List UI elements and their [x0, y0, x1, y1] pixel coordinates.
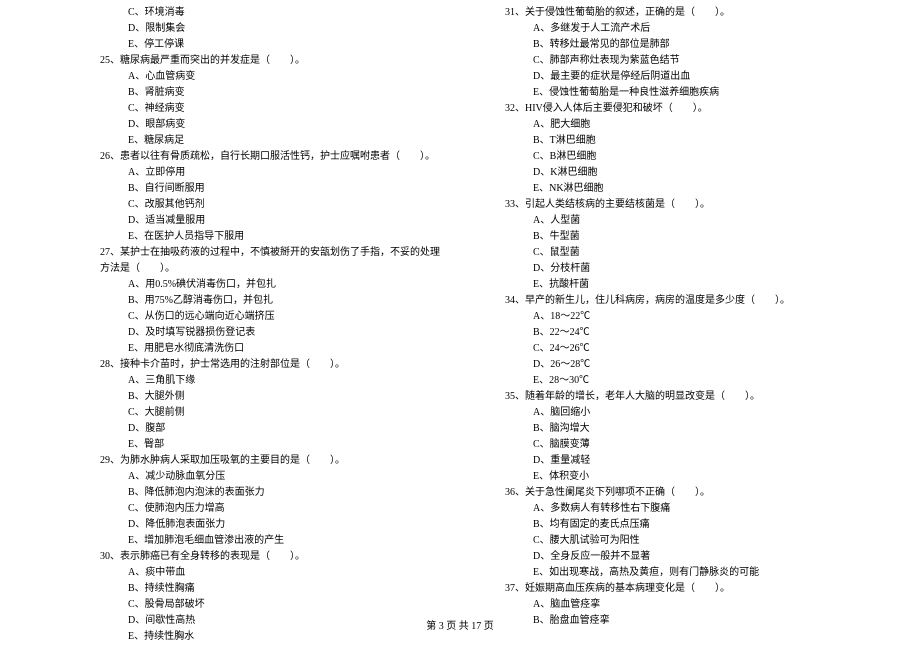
- option-line: B、持续性胸痛: [100, 581, 445, 597]
- option-line: B、脑沟增大: [505, 421, 850, 437]
- option-line: A、18～22℃: [505, 309, 850, 325]
- option-line: D、26～28℃: [505, 357, 850, 373]
- option-line: C、股骨局部破坏: [100, 597, 445, 613]
- option-line: E、NK淋巴细胞: [505, 181, 850, 197]
- option-line: C、肺部声称灶表现为紫蓝色结节: [505, 53, 850, 69]
- option-line: D、降低肺泡表面张力: [100, 517, 445, 533]
- option-line: E、臀部: [100, 437, 445, 453]
- option-line: B、自行间断服用: [100, 181, 445, 197]
- question-line: 25、糖尿病最严重而突出的并发症是（ ）。: [100, 53, 445, 69]
- question-line: 34、早产的新生儿，住儿科病房，病房的温度是多少度（ ）。: [505, 293, 850, 309]
- right-column: 31、关于侵蚀性葡萄胎的叙述，正确的是（ ）。A、多继发于人工流产术后B、转移灶…: [505, 5, 850, 645]
- option-line: C、环境消毒: [100, 5, 445, 21]
- option-line: A、痰中带血: [100, 565, 445, 581]
- option-line: A、三角肌下缘: [100, 373, 445, 389]
- document-columns: C、环境消毒D、限制集会E、停工停课25、糖尿病最严重而突出的并发症是（ ）。A…: [100, 5, 850, 645]
- option-line: E、停工停课: [100, 37, 445, 53]
- option-line: B、大腿外侧: [100, 389, 445, 405]
- option-line: A、脑回缩小: [505, 405, 850, 421]
- option-line: A、心血管病变: [100, 69, 445, 85]
- option-line: E、糖尿病足: [100, 133, 445, 149]
- option-line: B、降低肺泡内泡沫的表面张力: [100, 485, 445, 501]
- option-line: D、最主要的症状是停经后阴道出血: [505, 69, 850, 85]
- option-line: D、全身反应一般并不显著: [505, 549, 850, 565]
- page-footer: 第 3 页 共 17 页: [0, 617, 920, 632]
- option-line: D、K淋巴细胞: [505, 165, 850, 181]
- question-line: 26、患者以往有骨质疏松，自行长期口服活性钙，护士应嘱咐患者（ ）。: [100, 149, 445, 165]
- question-line: 32、HIV侵入人体后主要侵犯和破坏（ ）。: [505, 101, 850, 117]
- question-line: 31、关于侵蚀性葡萄胎的叙述，正确的是（ ）。: [505, 5, 850, 21]
- option-line: A、脑血管痉挛: [505, 597, 850, 613]
- question-line: 28、接种卡介苗时，护士常选用的注射部位是（ ）。: [100, 357, 445, 373]
- option-line: B、转移灶最常见的部位是肺部: [505, 37, 850, 53]
- option-line: B、22～24℃: [505, 325, 850, 341]
- option-line: B、均有固定的麦氏点压痛: [505, 517, 850, 533]
- question-line: 37、妊娠期高血压疾病的基本病理变化是（ ）。: [505, 581, 850, 597]
- option-line: E、在医护人员指导下服用: [100, 229, 445, 245]
- option-line: D、眼部病变: [100, 117, 445, 133]
- option-line: D、分枝杆菌: [505, 261, 850, 277]
- option-line: A、人型菌: [505, 213, 850, 229]
- option-line: E、增加肺泡毛细血管渗出液的产生: [100, 533, 445, 549]
- option-line: D、限制集会: [100, 21, 445, 37]
- option-line: E、28～30℃: [505, 373, 850, 389]
- option-line: A、减少动脉血氧分压: [100, 469, 445, 485]
- option-line: C、24～26℃: [505, 341, 850, 357]
- option-line: C、从伤口的远心端向近心端挤压: [100, 309, 445, 325]
- option-line: A、立即停用: [100, 165, 445, 181]
- option-line: C、神经病变: [100, 101, 445, 117]
- option-line: B、用75%乙醇消毒伤口，并包扎: [100, 293, 445, 309]
- option-line: E、侵蚀性葡萄胎是一种良性滋养细胞疾病: [505, 85, 850, 101]
- option-line: B、T淋巴细胞: [505, 133, 850, 149]
- option-line: C、鼠型菌: [505, 245, 850, 261]
- option-line: D、重量减轻: [505, 453, 850, 469]
- question-line: 33、引起人类结核病的主要结核菌是（ ）。: [505, 197, 850, 213]
- option-line: E、抗酸杆菌: [505, 277, 850, 293]
- option-line: A、肥大细胞: [505, 117, 850, 133]
- question-line: 36、关于急性阑尾炎下列哪项不正确（ ）。: [505, 485, 850, 501]
- option-line: D、适当减量服用: [100, 213, 445, 229]
- option-line: A、多继发于人工流产术后: [505, 21, 850, 37]
- option-line: C、B淋巴细胞: [505, 149, 850, 165]
- option-line: B、肾脏病变: [100, 85, 445, 101]
- question-line: 27、某护士在抽吸药液的过程中，不慎被掰开的安瓿划伤了手指，不妥的处理方法是（ …: [100, 245, 445, 277]
- option-line: C、脑膜变薄: [505, 437, 850, 453]
- option-line: C、腰大肌试验可为阳性: [505, 533, 850, 549]
- option-line: A、多数病人有转移性右下腹痛: [505, 501, 850, 517]
- option-line: E、用肥皂水彻底清洗伤口: [100, 341, 445, 357]
- question-line: 29、为肺水肿病人采取加压吸氧的主要目的是（ ）。: [100, 453, 445, 469]
- option-line: B、牛型菌: [505, 229, 850, 245]
- option-line: C、改服其他钙剂: [100, 197, 445, 213]
- left-column: C、环境消毒D、限制集会E、停工停课25、糖尿病最严重而突出的并发症是（ ）。A…: [100, 5, 445, 645]
- option-line: D、腹部: [100, 421, 445, 437]
- question-line: 35、随着年龄的增长，老年人大脑的明显改变是（ ）。: [505, 389, 850, 405]
- option-line: E、如出现寒战，高热及黄疸，则有门静脉炎的可能: [505, 565, 850, 581]
- option-line: D、及时填写锐器损伤登记表: [100, 325, 445, 341]
- option-line: A、用0.5%碘伏消毒伤口，并包扎: [100, 277, 445, 293]
- question-line: 30、表示肺癌已有全身转移的表现是（ ）。: [100, 549, 445, 565]
- option-line: E、体积变小: [505, 469, 850, 485]
- option-line: C、使肺泡内压力增高: [100, 501, 445, 517]
- option-line: C、大腿前侧: [100, 405, 445, 421]
